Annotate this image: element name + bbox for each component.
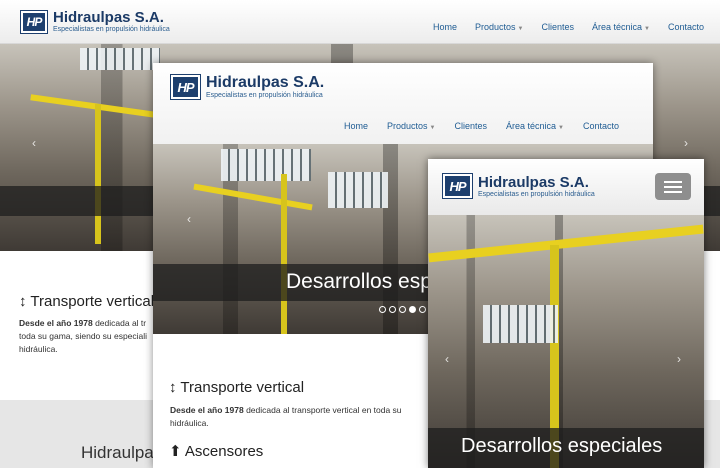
slider-dot[interactable]: [389, 306, 396, 313]
chevron-left-icon[interactable]: ‹: [445, 352, 449, 366]
factory-window: [328, 172, 388, 208]
tablet-section-title: ↕ Transporte vertical: [169, 379, 305, 396]
caret-down-icon: ▼: [517, 26, 524, 32]
crane-post: [281, 174, 287, 334]
mobile-logo[interactable]: HP Hidraulpas S.A. Especialistas en prop…: [443, 174, 595, 198]
brand-tagline: Especialistas en propulsión hidráulica: [478, 190, 595, 198]
crane-beam: [193, 183, 313, 211]
slider-dot[interactable]: [379, 306, 386, 313]
desktop-header: HP Hidraulpas S.A. Especialistas en prop…: [0, 0, 720, 44]
factory-window: [221, 149, 311, 181]
brand-name: Hidraulpas S.A.: [478, 173, 589, 191]
brand-name: Hidraulpas S.A.: [53, 9, 164, 26]
tablet-subsection-title: ⬆ Ascensores: [169, 443, 264, 460]
nav-area-tecnica[interactable]: Área técnica ▼: [506, 121, 564, 131]
tablet-header: HP Hidraulpas S.A. Especialistas en prop…: [153, 63, 653, 144]
tablet-nav: Home Productos ▼ Clientes Área técnica ▼ C…: [344, 121, 619, 131]
caret-down-icon: ▼: [644, 26, 650, 32]
nav-area-tecnica[interactable]: Área técnica ▼: [592, 22, 650, 32]
tablet-logo[interactable]: HP Hidraulpas S.A. Especialistas en prop…: [171, 75, 324, 99]
logo-icon: HP: [171, 75, 200, 99]
tablet-caption: Desarrollos esp: [286, 270, 432, 293]
desktop-nav: Home Productos ▼ Clientes Área técnica ▼ C…: [433, 22, 704, 32]
brand-tagline: Especialistas en propulsión hidráulica: [206, 92, 323, 99]
mobile-slider-image: ‹ › Desarrollos especiales: [428, 215, 704, 468]
factory-window: [483, 305, 558, 343]
nav-clientes[interactable]: Clientes: [455, 121, 488, 131]
logo-icon: HP: [21, 10, 47, 33]
chevron-right-icon[interactable]: ›: [677, 352, 681, 366]
chevron-left-icon[interactable]: ‹: [187, 212, 191, 226]
desktop-intro-text: Desde el año 1978 dedicada al tr toda su…: [19, 318, 148, 354]
slider-dot-active[interactable]: [409, 306, 416, 313]
nav-contacto[interactable]: Contacto: [583, 121, 619, 131]
slider-dots: [379, 306, 426, 313]
hamburger-icon[interactable]: [655, 173, 691, 200]
brand-name: Hidraulpas S.A.: [206, 74, 325, 91]
desktop-logo[interactable]: HP Hidraulpas S.A. Especialistas en prop…: [21, 10, 170, 33]
arrow-up-circle-icon: ⬆: [169, 443, 182, 460]
caret-down-icon: ▼: [429, 125, 436, 131]
crane-post: [95, 104, 101, 244]
nav-clientes[interactable]: Clientes: [542, 22, 575, 32]
caret-down-icon: ▼: [558, 125, 564, 131]
nav-home[interactable]: Home: [344, 121, 368, 131]
nav-productos[interactable]: Productos ▼: [475, 22, 523, 32]
chevron-right-icon[interactable]: ›: [684, 136, 688, 150]
nav-contacto[interactable]: Contacto: [668, 22, 704, 32]
footer-title: Hidraulpas: [81, 443, 163, 462]
updown-icon: ↕: [169, 379, 177, 396]
mobile-caption: Desarrollos especiales: [461, 435, 663, 457]
mobile-header: HP Hidraulpas S.A. Especialistas en prop…: [428, 159, 704, 215]
chevron-left-icon[interactable]: ‹: [32, 136, 36, 150]
slider-dot[interactable]: [419, 306, 426, 313]
crane-beam: [428, 224, 704, 263]
logo-icon: HP: [443, 174, 472, 198]
nav-home[interactable]: Home: [433, 22, 457, 32]
slider-dot[interactable]: [399, 306, 406, 313]
nav-productos[interactable]: Productos ▼: [387, 121, 435, 131]
updown-icon: ↕: [19, 293, 27, 310]
mobile-view: HP Hidraulpas S.A. Especialistas en prop…: [428, 159, 704, 468]
desktop-section-title: ↕ Transporte vertical: [19, 293, 155, 310]
factory-window: [80, 48, 160, 70]
brand-tagline: Especialistas en propulsión hidráulica: [53, 26, 170, 33]
tablet-intro-text: Desde el año 1978 dedicada al transporte…: [170, 405, 402, 428]
mobile-caption-band: Desarrollos especiales: [428, 428, 704, 468]
